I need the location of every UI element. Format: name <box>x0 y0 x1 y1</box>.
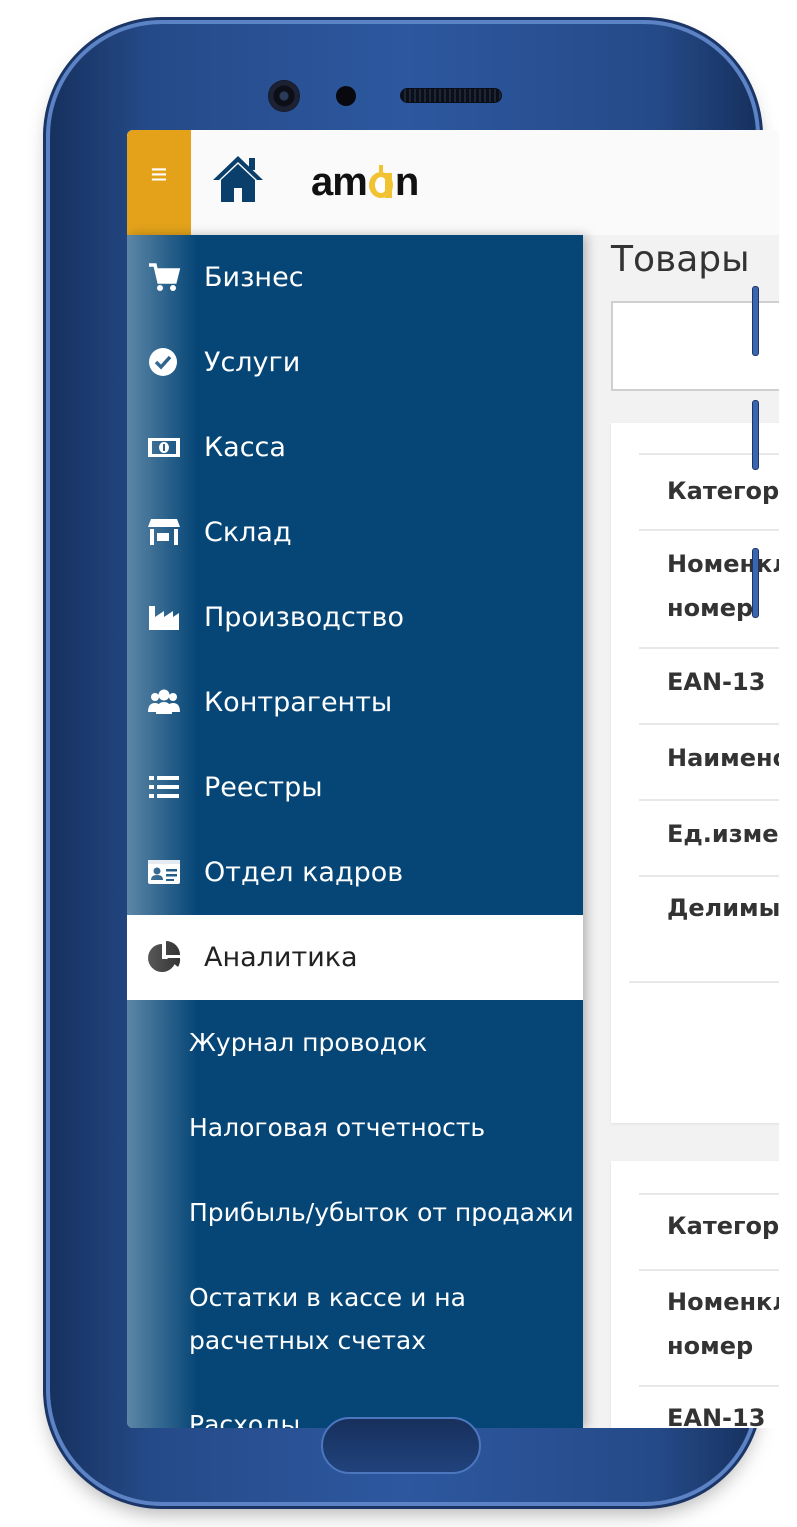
factory-icon <box>149 606 179 630</box>
sidebar-item-production[interactable]: Производство <box>127 575 583 660</box>
sidebar-item-analytics[interactable]: Аналитика <box>127 915 583 1000</box>
field-number: номер <box>667 1332 754 1360</box>
logo-text-left: am <box>311 159 368 204</box>
aman-logo[interactable]: am n <box>311 156 419 208</box>
check-circle-icon <box>149 348 177 376</box>
sidebar-item-hr[interactable]: Отдел кадров <box>127 830 583 915</box>
sidebar-item-label: Касса <box>204 432 286 463</box>
menu-toggle-button[interactable]: ≡ <box>127 130 191 235</box>
sidebar-item-label: Услуги <box>204 347 301 378</box>
earpiece-speaker <box>400 88 502 103</box>
phone-frame: ≡ am n Товары Категор Номенкл номер EAN-… <box>50 24 779 1502</box>
power-button[interactable] <box>752 548 759 618</box>
sidebar-item-business[interactable]: Бизнес <box>127 235 583 320</box>
field-unit: Ед.измер <box>639 799 779 875</box>
sidebar-item-label: Аналитика <box>204 942 358 973</box>
sidebar-item-warehouse[interactable]: Склад <box>127 490 583 575</box>
volume-down-button[interactable] <box>752 400 759 470</box>
field-name: Наимено <box>639 723 779 799</box>
home-icon[interactable] <box>211 152 265 206</box>
front-camera <box>268 80 300 112</box>
submenu-item-tax-reports[interactable]: Налоговая отчетность <box>189 1106 579 1149</box>
sidebar-item-label: Бизнес <box>204 262 304 293</box>
main-content: Товары Категори Номенкл номер EAN-13 Наи… <box>583 235 779 1428</box>
pie-chart-icon <box>148 941 181 972</box>
sidebar-item-cash[interactable]: Касса <box>127 405 583 490</box>
sidebar-item-label: Производство <box>204 602 404 633</box>
warehouse-icon <box>148 519 180 545</box>
submenu-item-journal[interactable]: Журнал проводок <box>189 1021 579 1064</box>
hardware-home-button[interactable] <box>321 1417 481 1474</box>
sidebar-item-registers[interactable]: Реестры <box>127 745 583 830</box>
submenu-item-profit-loss[interactable]: Прибыль/убыток от продажи <box>189 1191 579 1234</box>
top-bar: ≡ am n <box>127 130 779 235</box>
field-ean13: EAN-13 <box>639 1385 779 1428</box>
logo-coin-icon <box>368 165 394 199</box>
list-icon <box>149 776 179 798</box>
sidebar-item-label: Контрагенты <box>204 687 393 718</box>
product-card[interactable]: Категори Номенкл номер EAN-13 Наимено Ед… <box>611 423 779 1123</box>
app-screen: ≡ am n Товары Категор Номенкл номер EAN-… <box>127 130 779 1428</box>
sidebar-item-label: Реестры <box>204 772 323 803</box>
sidebar-item-label: Склад <box>204 517 292 548</box>
sidebar-item-counterparties[interactable]: Контрагенты <box>127 660 583 745</box>
logo-text-right: n <box>394 159 419 204</box>
field-category: Категори <box>639 1193 779 1269</box>
sidebar-item-label: Отдел кадров <box>204 857 404 888</box>
page-title: Товары <box>611 239 750 280</box>
sidebar-item-services[interactable]: Услуги <box>127 320 583 405</box>
volume-up-button[interactable] <box>752 286 759 356</box>
banknote-icon <box>148 438 180 457</box>
users-icon <box>148 689 180 714</box>
hamburger-icon: ≡ <box>150 159 168 191</box>
card-divider <box>629 981 779 983</box>
sidebar-drawer: Бизнес Услуги Касса Склад Производство К… <box>127 235 583 1428</box>
proximity-sensor <box>336 86 356 106</box>
product-card[interactable]: Категори Номенкл номер EAN-13 <box>611 1161 779 1428</box>
id-card-icon <box>148 860 180 884</box>
cart-icon <box>149 263 181 291</box>
field-divisible: Делимый <box>639 875 779 981</box>
field-ean13: EAN-13 <box>639 647 779 723</box>
submenu-item-cash-balances[interactable]: Остатки в кассе и на расчетных счетах <box>189 1276 579 1362</box>
